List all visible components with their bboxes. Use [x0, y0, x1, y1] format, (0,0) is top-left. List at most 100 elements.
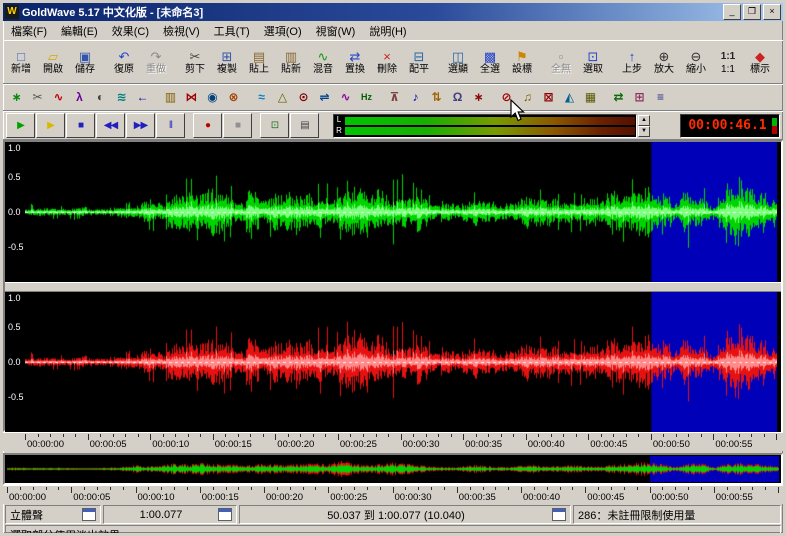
axis-time-label: 00:00:25 [330, 492, 367, 503]
set-marker-button[interactable]: ⚑設標 [506, 44, 538, 81]
select-view-button[interactable]: ◫選顯 [442, 44, 474, 81]
effect-icon-19[interactable]: ♪ [405, 87, 426, 108]
effect-icon-08[interactable]: ▥ [160, 87, 181, 108]
fast-forward-button[interactable]: ▶▶ [126, 113, 155, 138]
redo-button[interactable]: ↷重做 [140, 44, 172, 81]
replace-button[interactable]: ⇄置換 [339, 44, 371, 81]
effect-icon-02[interactable]: ✂ [27, 87, 48, 108]
status-selection-range[interactable]: 50.037 到 1:00.077 (10.040) [239, 505, 571, 524]
overview-panel[interactable] [3, 453, 783, 485]
effect-icon-07[interactable]: ← [132, 87, 153, 108]
new-button[interactable]: □新增 [5, 44, 37, 81]
axis-tick [338, 434, 339, 440]
left-channel-view[interactable]: 1.00.50.0-0.5 [5, 142, 781, 282]
effect-icon-24[interactable]: ♫ [517, 87, 538, 108]
time-display-value: 00:00:46.1 [683, 118, 772, 133]
meter-spin-up-icon[interactable]: ▲ [638, 115, 650, 126]
status-channel-mode[interactable]: 立體聲 [5, 505, 101, 524]
zoom-1-1-button[interactable]: 1:11:1 [712, 44, 744, 81]
menu-item-2[interactable]: 效果(C) [105, 21, 156, 41]
right-channel-waveform[interactable] [25, 292, 777, 432]
menu-item-0[interactable]: 檔案(F) [4, 21, 54, 41]
effect-icon-14[interactable]: ⊙ [293, 87, 314, 108]
axis-tick [714, 487, 715, 493]
pause-button[interactable]: ‖ [156, 113, 185, 138]
effect-icon-09[interactable]: ⋈ [181, 87, 202, 108]
menu-item-1[interactable]: 編輯(E) [54, 21, 105, 41]
device-button[interactable]: ▤ [290, 113, 319, 138]
effect-icon-17[interactable]: Hz [356, 87, 377, 108]
effect-icon-28[interactable]: ⇄ [608, 87, 629, 108]
zoom-in-button[interactable]: ⊕放大 [648, 44, 680, 81]
meter-spin-down-icon[interactable]: ▼ [638, 126, 650, 137]
effect-icon-30[interactable]: ≡ [650, 87, 671, 108]
axis-tick [501, 434, 502, 437]
cut-button[interactable]: ✂剪下 [179, 44, 211, 81]
overview-waveform[interactable] [7, 456, 779, 482]
effect-icon-29[interactable]: ⊞ [629, 87, 650, 108]
stop-button[interactable]: ■ [66, 113, 95, 138]
title-bar[interactable]: W GoldWave 5.17 中文化版 - [未命名3] _ ❐ × [3, 3, 783, 21]
effect-icon-03[interactable]: ∿ [48, 87, 69, 108]
select-none-button[interactable]: ▫全無 [545, 44, 577, 81]
maximize-button[interactable]: ❐ [743, 4, 761, 20]
effect-icon-06[interactable]: ≋ [111, 87, 132, 108]
rewind-button[interactable]: ◀◀ [96, 113, 125, 138]
close-button[interactable]: × [763, 4, 781, 20]
menu-item-3[interactable]: 檢視(V) [156, 21, 207, 41]
status-total-length-text: 1:00.077 [108, 509, 214, 521]
level-meter-bars [344, 115, 636, 137]
effect-icon-13[interactable]: △ [272, 87, 293, 108]
mix-button[interactable]: ∿混音 [307, 44, 339, 81]
delete-button[interactable]: ×刪除 [371, 44, 403, 81]
marker-button[interactable]: ◆標示 [744, 44, 776, 81]
effect-icon-15[interactable]: ⇌ [314, 87, 335, 108]
amplitude-label: 0.0 [8, 207, 21, 218]
effect-icon-25[interactable]: ⊠ [538, 87, 559, 108]
record-button[interactable]: ● [193, 113, 222, 138]
effect-icon-12[interactable]: ≈ [251, 87, 272, 108]
overview-time-axis[interactable]: 00:00:0000:00:0500:00:1000:00:1500:00:20… [3, 485, 783, 504]
replace-arrows-icon: ⇄ [350, 49, 361, 64]
effect-icon-04[interactable]: λ [69, 87, 90, 108]
effect-icon-01[interactable]: ∗ [6, 87, 27, 108]
monitor-button[interactable]: ⊡ [260, 113, 289, 138]
status-license[interactable]: 286：未註冊限制使用量 [573, 505, 781, 524]
level-meter[interactable]: L R [333, 114, 637, 138]
menu-item-6[interactable]: 視窗(W) [309, 21, 363, 41]
menu-item-7[interactable]: 說明(H) [362, 21, 413, 41]
menu-item-4[interactable]: 工具(T) [207, 21, 257, 41]
paste-button[interactable]: ▤貼上 [243, 44, 275, 81]
right-channel-view[interactable]: 1.00.50.0-0.5 [5, 292, 781, 432]
open-button[interactable]: ▱開啟 [37, 44, 69, 81]
copy-button[interactable]: ⊞複製 [211, 44, 243, 81]
effect-icon-16[interactable]: ∿ [335, 87, 356, 108]
channel-divider[interactable] [5, 282, 781, 292]
undo-button[interactable]: ↶復原 [108, 44, 140, 81]
trim-button[interactable]: ⊟配平 [403, 44, 435, 81]
effect-icon-10[interactable]: ◉ [202, 87, 223, 108]
effect-icon-22[interactable]: ∗ [468, 87, 489, 108]
effect-icon-20[interactable]: ⇅ [426, 87, 447, 108]
select-button[interactable]: ⊡選取 [577, 44, 609, 81]
left-channel-waveform[interactable] [25, 142, 777, 282]
paste-new-button[interactable]: ▥貼新 [275, 44, 307, 81]
effect-icon-05[interactable]: ◐ [90, 87, 111, 108]
zoom-out-button[interactable]: ⊖縮小 [680, 44, 712, 81]
meter-spinner[interactable]: ▲ ▼ [638, 115, 650, 137]
effect-icon-23[interactable]: ⊘ [496, 87, 517, 108]
play-selection-button[interactable]: ▶ [36, 113, 65, 138]
prev-step-button[interactable]: ↑上步 [616, 44, 648, 81]
effect-icon-26[interactable]: ◭ [559, 87, 580, 108]
effect-icon-11[interactable]: ⊗ [223, 87, 244, 108]
effect-icon-18[interactable]: ⊼ [384, 87, 405, 108]
effect-icon-27[interactable]: ▦ [580, 87, 601, 108]
play-button[interactable]: ▶ [6, 113, 35, 138]
effect-icon-21[interactable]: Ω [447, 87, 468, 108]
time-axis[interactable]: 00:00:0000:00:0500:00:1000:00:1500:00:20… [3, 432, 783, 451]
status-total-length[interactable]: 1:00.077 [103, 505, 237, 524]
menu-item-5[interactable]: 選項(O) [257, 21, 309, 41]
select-all-button[interactable]: ▩全選 [474, 44, 506, 81]
minimize-button[interactable]: _ [723, 4, 741, 20]
save-button[interactable]: ▣儲存 [69, 44, 101, 81]
